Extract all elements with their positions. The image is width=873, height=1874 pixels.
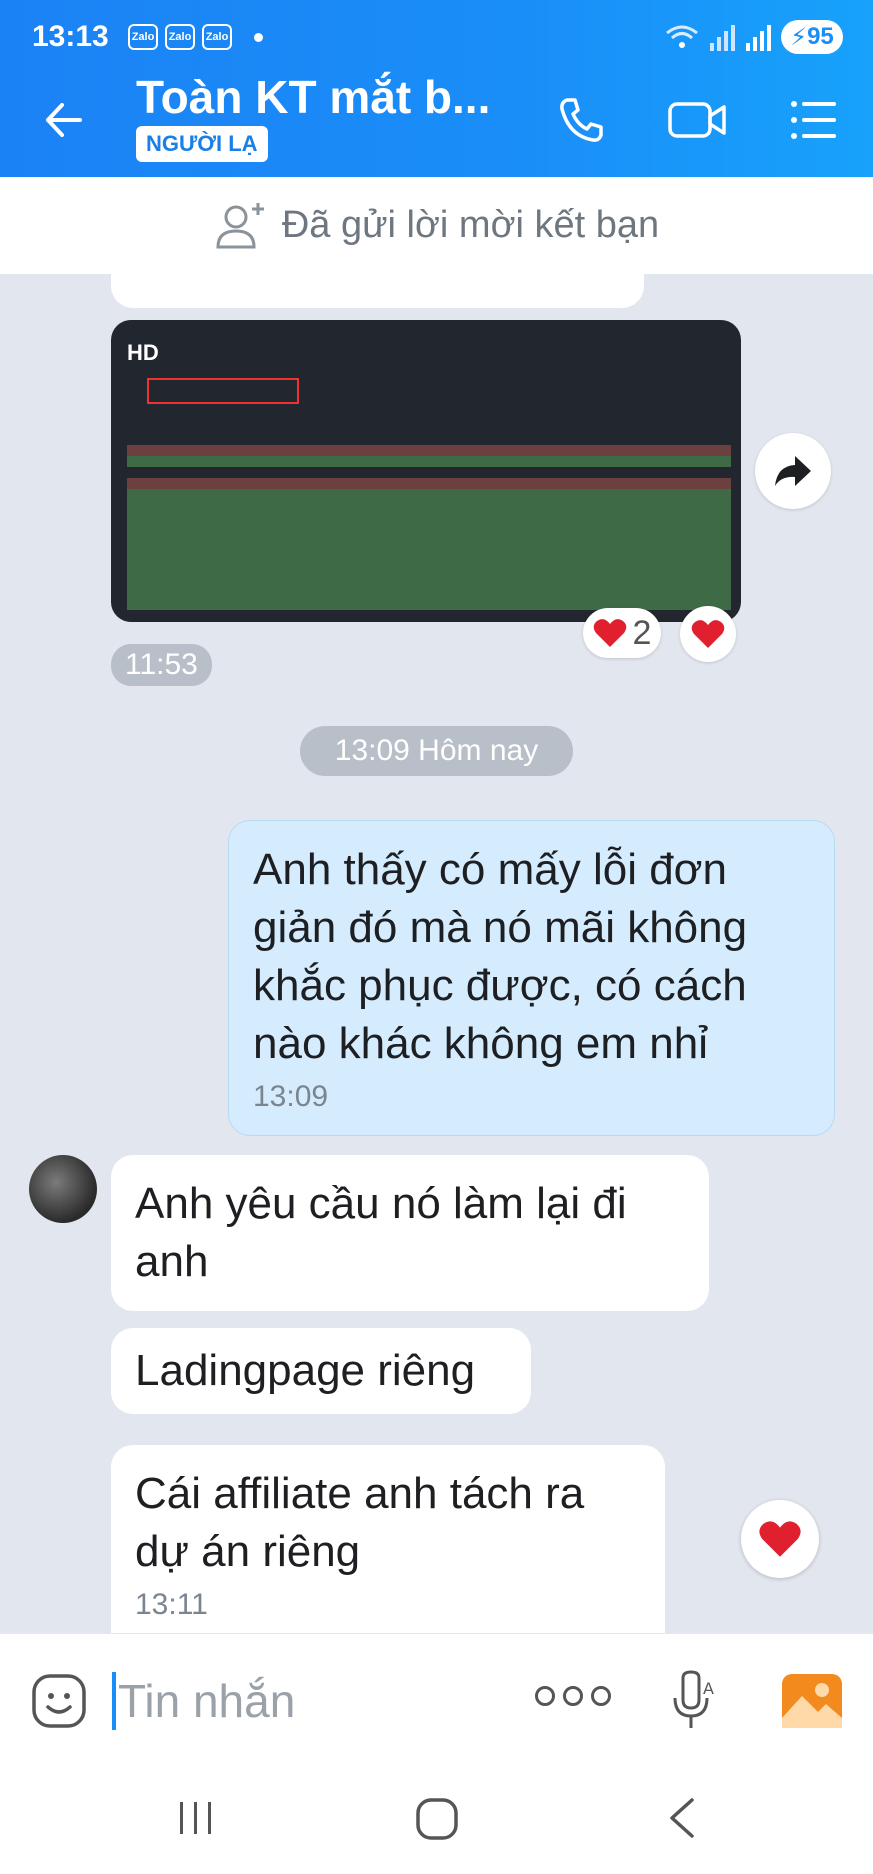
signal-icon	[710, 25, 735, 51]
message-text: Anh yêu cầu nó làm lại đi anh	[135, 1179, 627, 1286]
message-input[interactable]: Tin nhắn	[118, 1672, 295, 1730]
heart-react-button[interactable]	[741, 1500, 819, 1578]
status-bar: 13:13 Zalo Zalo Zalo ⚡ 95	[0, 0, 873, 75]
back-arrow-icon[interactable]	[40, 95, 90, 145]
contact-name[interactable]: Toàn KT mắt b...	[136, 70, 490, 124]
add-friend-icon	[216, 202, 264, 248]
share-arrow-icon	[775, 456, 811, 486]
message-text: Ladingpage riêng	[135, 1346, 476, 1395]
message-input-bar: Tin nhắn A	[0, 1633, 873, 1766]
highlight-box	[147, 378, 299, 404]
voice-to-text-icon[interactable]: A	[665, 1670, 721, 1732]
svg-text:A: A	[703, 1679, 714, 1698]
hd-badge: HD	[127, 340, 159, 365]
battery-level: 95	[807, 23, 834, 50]
chat-header: 13:13 Zalo Zalo Zalo ⚡ 95 Toàn KT mắt b.…	[0, 0, 873, 177]
system-nav-bar	[0, 1766, 873, 1874]
heart-icon	[593, 619, 626, 647]
battery-indicator: ⚡ 95	[781, 20, 843, 54]
home-icon[interactable]	[414, 1796, 460, 1842]
heart-icon	[759, 1521, 801, 1557]
image-message[interactable]: HD	[111, 320, 741, 622]
notification-dot-icon	[254, 33, 263, 42]
incoming-message[interactable]: Cái affiliate anh tách ra dự án riêng 13…	[111, 1445, 665, 1633]
date-separator: 13:09 Hôm nay	[300, 726, 573, 776]
zalo-notification-icon: Zalo	[202, 24, 232, 50]
recent-apps-icon[interactable]	[174, 1796, 218, 1840]
back-nav-icon[interactable]	[664, 1796, 700, 1840]
message-time: 11:53	[111, 644, 212, 686]
stranger-badge: NGƯỜI LẠ	[136, 126, 268, 162]
heart-icon	[691, 620, 725, 648]
signal-icon	[746, 25, 771, 51]
heart-react-button[interactable]	[680, 606, 736, 662]
message-time: 13:09	[253, 1080, 329, 1113]
incoming-message[interactable]: Anh yêu cầu nó làm lại đi anh	[111, 1155, 709, 1311]
charging-icon: ⚡	[790, 23, 808, 51]
zalo-notification-icon: Zalo	[165, 24, 195, 50]
phone-icon[interactable]	[553, 92, 609, 148]
friend-request-text: Đã gửi lời mời kết bạn	[281, 204, 660, 246]
zalo-notification-icon: Zalo	[128, 24, 158, 50]
reaction-count: 2	[632, 613, 652, 652]
message-time: 13:11	[135, 1588, 208, 1621]
message-text: Anh thấy có mấy lỗi đơn giản đó mà nó mã…	[253, 845, 748, 1068]
forward-button[interactable]	[755, 433, 831, 509]
incoming-message[interactable]: Ladingpage riêng	[111, 1328, 531, 1414]
reaction-summary[interactable]: 2	[583, 608, 661, 658]
image-picker-icon[interactable]	[782, 1674, 842, 1728]
text-cursor	[112, 1672, 116, 1730]
more-options-icon[interactable]	[535, 1686, 611, 1706]
sticker-icon[interactable]	[30, 1672, 88, 1730]
code-screenshot	[127, 368, 731, 618]
outgoing-message[interactable]: Anh thấy có mấy lỗi đơn giản đó mà nó mã…	[228, 820, 835, 1136]
menu-icon[interactable]	[786, 92, 842, 148]
avatar[interactable]	[29, 1155, 97, 1223]
wifi-icon	[666, 25, 698, 48]
message-text: Cái affiliate anh tách ra dự án riêng	[135, 1469, 585, 1576]
status-time: 13:13	[32, 20, 109, 53]
video-call-icon[interactable]	[666, 92, 730, 148]
previous-message-bubble[interactable]	[111, 250, 644, 308]
